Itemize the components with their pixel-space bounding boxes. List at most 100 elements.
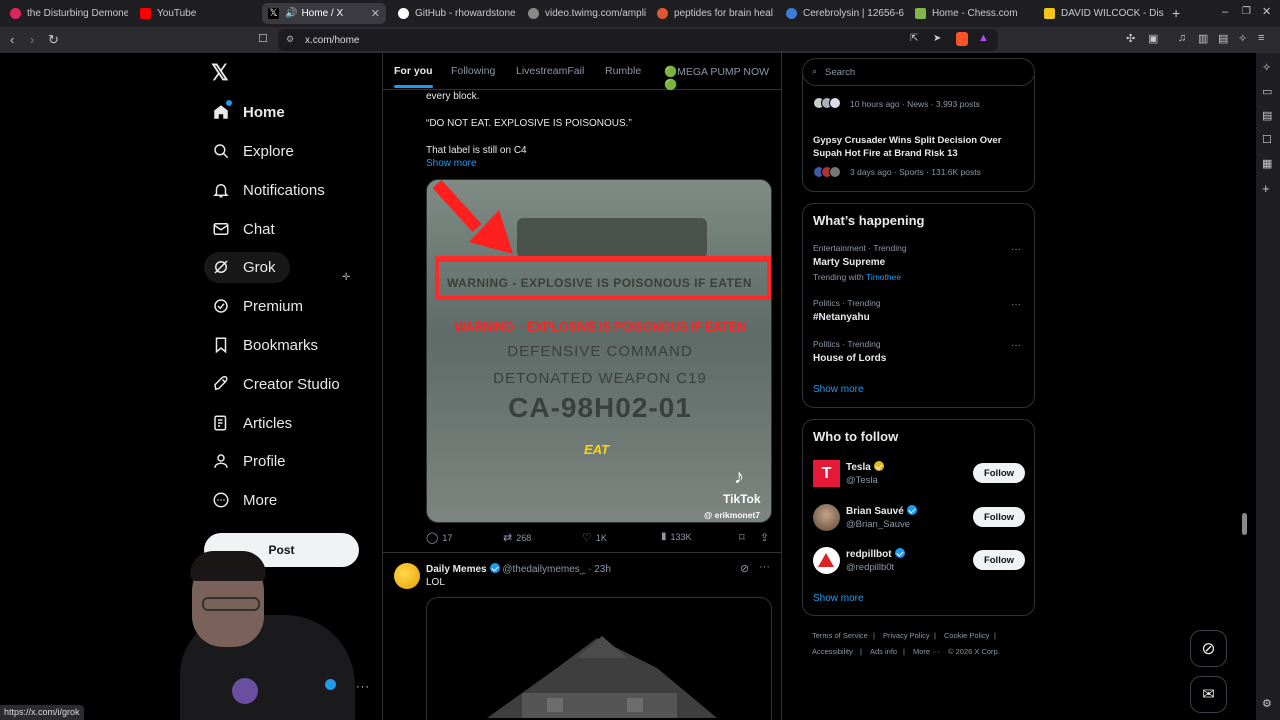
site-info-icon[interactable]: ⚙ — [286, 34, 294, 45]
address-bar[interactable]: ⚙ x.com/home ⇱ ➤ ▲ — [278, 29, 998, 51]
sidebar-item-profile[interactable]: Profile — [212, 446, 286, 476]
avatar[interactable] — [394, 563, 420, 589]
wallet-panel-icon[interactable]: ▤ — [1262, 109, 1272, 122]
sidebar-item-notifications[interactable]: Notifications — [212, 175, 325, 205]
close-window-icon[interactable]: ✕ — [1262, 5, 1271, 18]
author-handle[interactable]: @thedailymemes_ — [502, 564, 585, 575]
tab-following[interactable]: Following — [451, 65, 495, 77]
reading-list-icon[interactable]: ▦ — [1262, 157, 1272, 170]
minimize-icon[interactable]: – — [1222, 6, 1228, 18]
browser-tab[interactable]: DAVID WILCOCK - Disc — [1038, 3, 1164, 24]
more-options-icon[interactable]: ··· — [1011, 244, 1021, 255]
reply-button[interactable]: ◯ 17 — [426, 531, 452, 544]
close-tab-icon[interactable]: ✕ — [371, 7, 380, 20]
browser-tab[interactable]: peptides for brain heal — [651, 3, 775, 24]
bookmark-page-icon[interactable]: ☐ — [258, 32, 268, 45]
add-panel-icon[interactable]: + — [1262, 181, 1270, 196]
footer-link[interactable]: Privacy Policy — [883, 631, 930, 640]
footer-link[interactable]: More ··· — [913, 647, 940, 656]
follow-button[interactable]: Follow — [973, 463, 1025, 483]
wallet-icon[interactable]: ▤ — [1218, 32, 1228, 45]
open-external-icon[interactable]: ⇱ — [910, 33, 918, 44]
browser-tab[interactable]: GitHub - rhowardstone — [392, 3, 516, 24]
account-more-icon[interactable]: ··· — [356, 681, 370, 693]
post-time[interactable]: · 23h — [588, 564, 611, 575]
show-more-link[interactable]: Show more — [426, 158, 477, 169]
trend-item[interactable]: Politics · Trending House of Lords ··· — [803, 336, 1034, 370]
reload-icon[interactable]: ↻ — [48, 32, 59, 48]
repost-button[interactable]: ⇄ 268 — [503, 531, 531, 544]
show-more-link[interactable]: Show more — [813, 593, 864, 604]
browser-tab-active[interactable]: 𝕏 🔊 Home / X ✕ — [262, 3, 386, 24]
follow-suggestion[interactable]: T Tesla @Tesla Follow — [803, 458, 1034, 498]
browser-tab[interactable]: Home - Chess.com — [909, 3, 1033, 24]
back-icon[interactable]: ‹ — [10, 32, 14, 47]
tab-for-you[interactable]: For you — [394, 65, 433, 88]
grok-icon[interactable]: ⊘ — [740, 562, 749, 575]
tab-rumble[interactable]: Rumble — [605, 65, 641, 77]
footer-link[interactable]: Ads info — [870, 647, 897, 656]
post-video[interactable]: WARNING - EXPLOSIVE IS POISONOUS IF EATE… — [426, 179, 772, 523]
browser-tab[interactable]: YouTube — [134, 3, 258, 24]
bookmarks-panel-icon[interactable]: ☐ — [1262, 133, 1272, 146]
media-panel-icon[interactable]: ▭ — [1262, 85, 1272, 98]
bookmark-button[interactable]: ⌑ — [739, 531, 745, 544]
extensions-icon[interactable]: ✣ — [1126, 32, 1135, 45]
follow-suggestion[interactable]: Brian Sauvé @Brian_Sauve Follow — [803, 502, 1034, 542]
sidebar-item-chat[interactable]: Chat — [212, 214, 275, 244]
follow-button[interactable]: Follow — [973, 550, 1025, 570]
send-icon[interactable]: ➤ — [933, 33, 941, 44]
browser-tab[interactable]: the Disturbing Demone — [4, 3, 128, 24]
more-options-icon[interactable]: ··· — [1011, 299, 1021, 310]
video-subtitle: EAT — [584, 442, 610, 457]
leo-icon[interactable]: ✧ — [1238, 32, 1247, 45]
sidebar-item-creator-studio[interactable]: Creator Studio — [212, 369, 340, 399]
leo-ai-icon[interactable]: ✧ — [1262, 61, 1271, 74]
brave-rewards-icon[interactable]: ▲ — [978, 32, 989, 44]
new-tab-icon[interactable]: + — [1172, 5, 1180, 21]
footer-link[interactable]: Cookie Policy — [944, 631, 989, 640]
tab-mega-pump[interactable]: 🟢MEGA PUMP NOW🟢 — [664, 65, 781, 91]
screenshot-icon[interactable]: ▣ — [1148, 32, 1158, 45]
like-button[interactable]: ♡ 1K — [582, 531, 607, 544]
follow-button[interactable]: Follow — [973, 507, 1025, 527]
settings-icon[interactable]: ⚙ — [1262, 697, 1272, 710]
follow-suggestion[interactable]: redpillbot @redpillb0t Follow — [803, 545, 1034, 585]
views-button[interactable]: ▮ 133K — [661, 531, 692, 542]
sidebar-item-more[interactable]: More — [212, 485, 277, 515]
sidebar-item-premium[interactable]: Premium — [212, 291, 303, 321]
more-options-icon[interactable]: ··· — [759, 561, 770, 573]
page-scrollbar[interactable] — [1242, 513, 1247, 535]
forward-icon[interactable]: › — [30, 32, 34, 47]
footer-separator: | — [994, 631, 996, 640]
menu-icon[interactable]: ≡ — [1258, 32, 1264, 44]
author-name[interactable]: Daily Memes — [426, 564, 487, 575]
news-item[interactable]: Gypsy Crusader Wins Split Decision Over … — [813, 134, 1001, 160]
more-options-icon[interactable]: ··· — [1011, 340, 1021, 351]
maximize-icon[interactable]: ❐ — [1242, 6, 1251, 17]
trend-item[interactable]: Politics · Trending #Netanyahu ··· — [803, 295, 1034, 329]
media-icon[interactable]: ♫ — [1178, 32, 1186, 44]
browser-tab[interactable]: video.twimg.com/ampli — [522, 3, 646, 24]
sidebar-item-bookmarks[interactable]: Bookmarks — [212, 330, 318, 360]
sidebar-toggle-icon[interactable]: ▥ — [1198, 32, 1208, 45]
post-image[interactable] — [426, 597, 772, 720]
footer-link[interactable]: Terms of Service — [812, 631, 868, 640]
brave-shield-icon[interactable] — [956, 32, 968, 46]
search-input[interactable]: ⌕ Search — [802, 58, 1035, 86]
crate-text-line: DEFENSIVE COMMAND — [507, 343, 693, 360]
sidebar-item-grok[interactable]: Grok — [212, 252, 276, 282]
messages-float-button[interactable]: ✉ — [1190, 676, 1227, 713]
sidebar-item-articles[interactable]: Articles — [212, 408, 292, 438]
sidebar-item-explore[interactable]: Explore — [212, 136, 294, 166]
sidebar-item-home[interactable]: Home — [212, 97, 285, 127]
footer-link[interactable]: Accessibility — [812, 647, 853, 656]
trend-with-link[interactable]: Timothee — [866, 272, 901, 282]
show-more-link[interactable]: Show more — [813, 384, 864, 395]
trend-item[interactable]: Entertainment · Trending Marty Supreme T… — [803, 240, 1034, 286]
grok-float-button[interactable]: ⊘ — [1190, 630, 1227, 667]
x-logo-icon[interactable]: 𝕏 — [211, 60, 229, 86]
share-button[interactable]: ⇪ — [760, 531, 769, 544]
browser-tab[interactable]: Cerebrolysin | 12656-6 — [780, 3, 904, 24]
tab-livestreamfail[interactable]: LivestreamFail — [516, 65, 584, 77]
